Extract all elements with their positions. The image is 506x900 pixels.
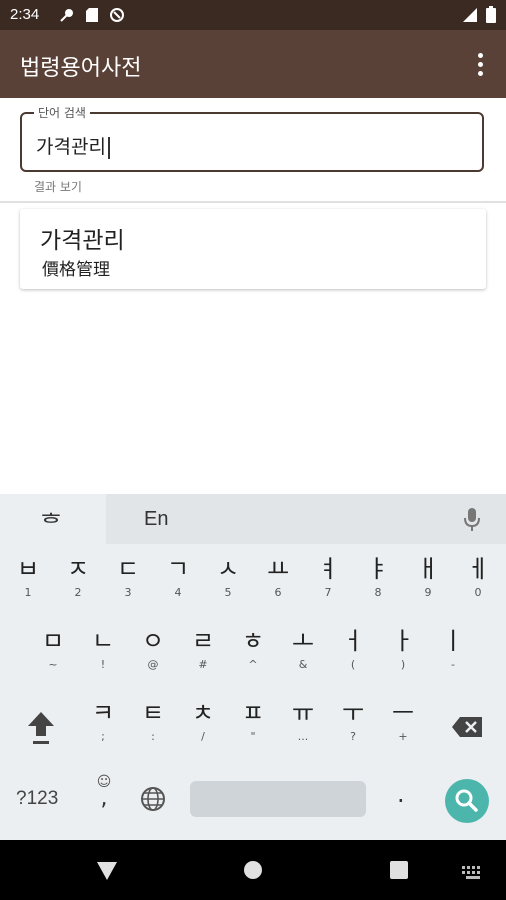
app-bar: 법령용어사전 <box>0 30 506 98</box>
status-bar: 2:34 <box>0 0 506 30</box>
key-jieut[interactable]: ㅈ2 <box>53 552 103 624</box>
key-o[interactable]: ㅗ & <box>278 624 328 696</box>
key-eo[interactable]: ㅓ( <box>328 624 378 696</box>
key-siot[interactable]: ㅅ5 <box>203 552 253 624</box>
key-yu[interactable]: ㅠ... <box>278 696 328 768</box>
search-helper-text: 결과 보기 <box>34 180 82 194</box>
microphone-icon[interactable] <box>464 508 480 532</box>
result-word: 가격관리 <box>40 228 125 254</box>
key-e[interactable]: ㅔ0 <box>453 552 503 624</box>
keyboard-row-1: ㅂ1 ㅈ2 ㄷ3 ㄱ4 ㅅ5 ㅛ6 ㅕ7 ㅑ8 ㅐ9 ㅔ0 <box>0 552 506 624</box>
result-card[interactable]: 가격관리 價格管理 <box>20 209 486 289</box>
key-u[interactable]: ㅜ? <box>328 696 378 768</box>
keyboard-switch-icon[interactable] <box>462 864 484 879</box>
symbols-key[interactable]: ?123 <box>16 788 58 810</box>
status-time: 2:34 <box>10 6 40 23</box>
search-action-key[interactable] <box>445 779 489 823</box>
english-mode-tab[interactable]: En <box>144 508 168 531</box>
key-eu[interactable]: ㅡ + <box>378 696 428 768</box>
hangul-mode-tab[interactable]: ᄒ <box>0 494 106 544</box>
key-kieuk[interactable]: ㅋ; <box>78 696 128 768</box>
hangul-mode-label: ᄒ <box>40 510 63 538</box>
key-yeo[interactable]: ㅕ7 <box>303 552 353 624</box>
key-hieut[interactable]: ㅎ ^ <box>228 624 278 696</box>
key-yo[interactable]: ㅛ6 <box>253 552 303 624</box>
navigation-bar <box>0 840 506 900</box>
key-mieum[interactable]: ㅁ ~ <box>28 624 78 696</box>
notification-icon <box>58 6 75 23</box>
app-title: 법령용어사전 <box>20 55 142 80</box>
key-bieup[interactable]: ㅂ1 <box>3 552 53 624</box>
keyboard-row-3: ㅋ; ㅌ: ㅊ / ㅍ " ㅠ... ㅜ? ㅡ + <box>0 696 506 768</box>
keyboard: ᄒ En ㅂ1 ㅈ2 ㄷ3 ㄱ4 ㅅ5 ㅛ6 ㅕ7 ㅑ8 ㅐ9 ㅔ0 ㅁ ~ ㄴ!… <box>0 494 506 840</box>
signal-icon <box>462 7 478 27</box>
home-icon[interactable] <box>244 861 262 879</box>
backspace-icon <box>452 717 482 737</box>
key-nieun[interactable]: ㄴ! <box>78 624 128 696</box>
space-key[interactable] <box>190 781 366 817</box>
text-cursor <box>107 136 110 159</box>
more-vert-icon[interactable] <box>468 50 492 78</box>
keyboard-row-2: ㅁ ~ ㄴ! ㅇ @ ㄹ # ㅎ ^ ㅗ & ㅓ( ㅏ) ㅣ- <box>0 624 506 696</box>
back-icon[interactable] <box>96 861 118 885</box>
emoji-comma-key[interactable]: ☺ , <box>92 774 116 818</box>
key-chieut[interactable]: ㅊ / <box>178 696 228 768</box>
key-a[interactable]: ㅏ) <box>378 624 428 696</box>
result-hanja: 價格管理 <box>42 260 110 280</box>
search-value[interactable]: 가격관리 <box>36 132 110 159</box>
backspace-key[interactable] <box>438 696 496 768</box>
keyboard-bottom-row: ?123 ☺ , . <box>0 766 506 836</box>
divider <box>0 201 506 203</box>
key-ya[interactable]: ㅑ8 <box>353 552 403 624</box>
key-digeut[interactable]: ㄷ3 <box>103 552 153 624</box>
key-ae[interactable]: ㅐ9 <box>403 552 453 624</box>
shift-icon <box>28 712 54 744</box>
search-input[interactable]: 단어 검색 가격관리 <box>20 104 484 172</box>
search-label: 단어 검색 <box>34 104 90 121</box>
key-tieut[interactable]: ㅌ: <box>128 696 178 768</box>
period-key[interactable]: . <box>397 780 405 808</box>
battery-icon <box>486 6 496 27</box>
key-rieul[interactable]: ㄹ # <box>178 624 228 696</box>
key-ieung[interactable]: ㅇ @ <box>128 624 178 696</box>
search-icon <box>455 789 478 812</box>
keyboard-toolbar: ᄒ En <box>0 494 506 544</box>
globe-icon[interactable] <box>140 786 166 812</box>
data-saver-icon <box>108 6 125 23</box>
shift-key[interactable] <box>12 696 70 768</box>
key-i[interactable]: ㅣ- <box>428 624 478 696</box>
key-pieup[interactable]: ㅍ " <box>228 696 278 768</box>
key-giyeok[interactable]: ㄱ4 <box>153 552 203 624</box>
sd-card-icon <box>83 6 100 23</box>
recent-apps-icon[interactable] <box>390 861 408 879</box>
